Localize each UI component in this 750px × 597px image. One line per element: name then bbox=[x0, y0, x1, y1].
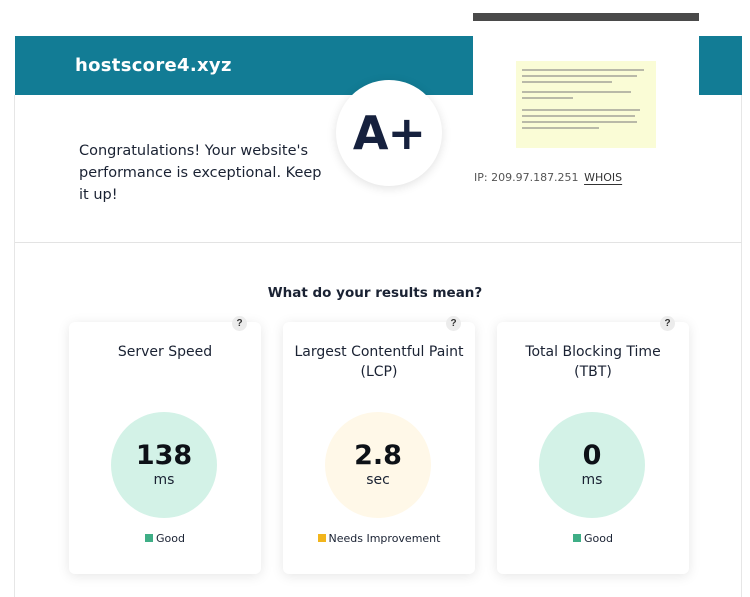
site-screenshot-thumbnail bbox=[473, 13, 699, 161]
status-good-icon bbox=[145, 534, 154, 542]
metric-card-tbt: ? Total Blocking Time (TBT) 0 ms Good bbox=[497, 316, 689, 574]
performance-message: Congratulations! Your website's performa… bbox=[79, 143, 322, 203]
metric-value: 0 bbox=[582, 440, 602, 471]
whois-link[interactable]: WHOIS bbox=[584, 171, 622, 184]
status-needs-improvement-icon bbox=[317, 534, 326, 542]
thumbnail-note bbox=[516, 61, 656, 148]
metric-value: 138 bbox=[135, 440, 193, 471]
metric-unit: ms bbox=[581, 472, 603, 488]
metric-title: Server Speed bbox=[117, 344, 213, 360]
metric-value-circle: 2.8 sec bbox=[325, 412, 431, 518]
status-label: Good bbox=[156, 532, 185, 545]
metric-card-server-speed: ? Server Speed 138 ms Good bbox=[69, 316, 261, 574]
metric-value: 2.8 bbox=[354, 440, 402, 471]
metric-unit: sec bbox=[366, 472, 390, 488]
metric-status: Good bbox=[69, 532, 261, 545]
metric-status: Needs Improvement bbox=[283, 532, 475, 545]
help-icon[interactable]: ? bbox=[660, 316, 675, 331]
status-label: Needs Improvement bbox=[328, 532, 441, 545]
ip-info: IP: 209.97.187.251 WHOIS bbox=[474, 171, 622, 184]
metric-card-lcp: ? Largest Contentful Paint (LCP) 2.8 sec… bbox=[283, 316, 475, 574]
section-divider bbox=[15, 242, 742, 243]
site-name: hostscore4.xyz bbox=[75, 55, 232, 76]
ip-address: IP: 209.97.187.251 bbox=[474, 171, 579, 184]
grade-badge: A+ bbox=[336, 80, 442, 186]
help-icon[interactable]: ? bbox=[232, 316, 247, 331]
thumbnail-topbar bbox=[473, 13, 699, 21]
help-icon[interactable]: ? bbox=[446, 316, 461, 331]
metric-value-circle: 0 ms bbox=[539, 412, 645, 518]
results-heading: What do your results mean? bbox=[267, 285, 483, 301]
status-good-icon bbox=[573, 534, 582, 542]
metric-status: Good bbox=[497, 532, 689, 545]
status-label: Good bbox=[584, 532, 613, 545]
metric-unit: ms bbox=[153, 472, 175, 488]
metric-value-circle: 138 ms bbox=[111, 412, 217, 518]
metric-title: Largest Contentful Paint (LCP) bbox=[294, 344, 464, 380]
metric-title: Total Blocking Time (TBT) bbox=[525, 344, 661, 380]
